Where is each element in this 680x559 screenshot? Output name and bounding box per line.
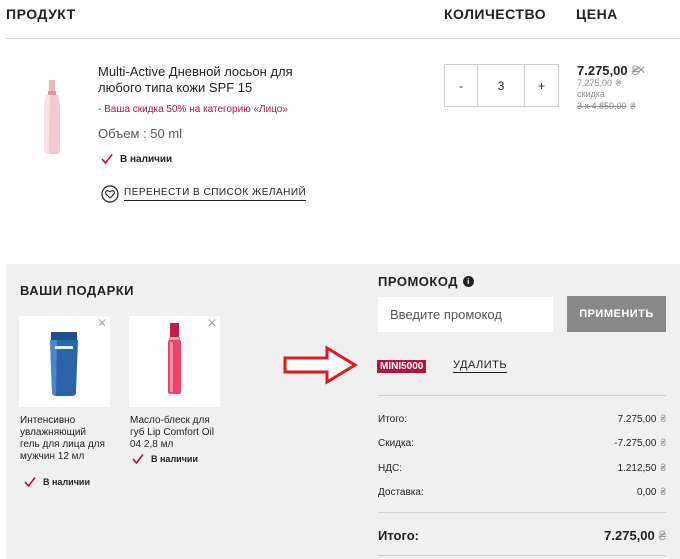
close-icon[interactable]: ✕ bbox=[207, 316, 217, 330]
gift-stock-label: В наличии bbox=[43, 477, 90, 487]
summary-label: Итого: bbox=[378, 414, 407, 425]
column-header-product: ПРОДУКТ bbox=[6, 6, 76, 22]
product-price-old: 3 x 4.850,00 ₴ bbox=[577, 101, 636, 111]
apply-promo-button[interactable]: ПРИМЕНИТЬ bbox=[567, 296, 666, 332]
product-discount-note: - Ваша скидка 50% на категорию «Лицо» bbox=[98, 104, 288, 115]
promo-title: ПРОМОКОД i bbox=[378, 274, 475, 289]
promo-code-input[interactable] bbox=[378, 297, 553, 332]
summary-total-value: 7.275,00 ₴ bbox=[604, 528, 666, 543]
product-price-sub: 7.275,00 ₴ bbox=[577, 78, 621, 88]
summary-label: Скидка: bbox=[378, 438, 414, 449]
gift-card[interactable]: ✕ bbox=[129, 316, 220, 407]
check-icon bbox=[101, 154, 113, 165]
summary-divider bbox=[378, 395, 666, 396]
quantity-stepper: - 3 + bbox=[444, 64, 559, 107]
summary-label: НДС: bbox=[378, 463, 402, 474]
product-volume: Объем : 50 ml bbox=[98, 126, 183, 141]
summary-total-label: Итого: bbox=[378, 528, 419, 543]
currency-symbol: ₴ bbox=[616, 78, 622, 88]
column-header-price: ЦЕНА bbox=[576, 6, 618, 22]
arrow-right-icon bbox=[283, 345, 358, 385]
info-icon[interactable]: i bbox=[463, 276, 475, 287]
close-icon[interactable]: ✕ bbox=[636, 63, 646, 77]
heart-icon bbox=[101, 185, 119, 203]
gift-name[interactable]: Масло-блеск для губ Lip Comfort Oil 04 2… bbox=[130, 415, 220, 451]
summary-label: Доставка: bbox=[378, 487, 424, 498]
remove-promo-link[interactable]: УДАЛИТЬ bbox=[453, 359, 508, 373]
header-divider bbox=[6, 38, 680, 39]
gifts-title: ВАШИ ПОДАРКИ bbox=[20, 283, 135, 298]
summary-row-discount: Скидка: -7.275,00 ₴ bbox=[378, 438, 666, 449]
product-stock-label: В наличии bbox=[120, 153, 173, 165]
product-price: 7.275,00 ₴ bbox=[577, 63, 639, 78]
wishlist-label[interactable]: ПЕРЕНЕСТИ В СПИСОК ЖЕЛАНИЙ bbox=[124, 187, 307, 201]
check-icon bbox=[132, 454, 144, 465]
gift-card[interactable]: ✕ bbox=[19, 316, 110, 407]
product-name[interactable]: Multi-Active Дневной лосьон для любого т… bbox=[98, 64, 338, 96]
quantity-value[interactable]: 3 bbox=[478, 65, 525, 106]
product-image[interactable] bbox=[40, 80, 64, 154]
summary-divider bbox=[378, 512, 666, 513]
summary-row-subtotal: Итого: 7.275,00 ₴ bbox=[378, 414, 666, 425]
product-price-value: 7.275,00 bbox=[577, 63, 628, 78]
product-price-label: скидка bbox=[577, 89, 605, 99]
summary-divider bbox=[378, 555, 666, 556]
summary-row-delivery: Доставка: 0,00 ₴ bbox=[378, 487, 666, 498]
check-icon bbox=[24, 477, 36, 488]
summary-value: 1.212,50 ₴ bbox=[617, 463, 667, 474]
gift-name[interactable]: Интенсивно увлажняющий гель для лица для… bbox=[20, 415, 105, 463]
gift-stock-status: В наличии bbox=[132, 453, 198, 465]
summary-row-vat: НДС: 1.212,50 ₴ bbox=[378, 463, 666, 474]
move-to-wishlist-link[interactable]: ПЕРЕНЕСТИ В СПИСОК ЖЕЛАНИЙ bbox=[101, 185, 307, 203]
summary-value: 7.275,00 ₴ bbox=[617, 414, 667, 425]
close-icon[interactable]: ✕ bbox=[97, 316, 107, 330]
summary-value: 0,00 ₴ bbox=[636, 487, 666, 498]
column-header-quantity: КОЛИЧЕСТВО bbox=[444, 6, 547, 22]
applied-promo-badge: MINI5000 bbox=[377, 360, 427, 373]
currency-symbol: ₴ bbox=[630, 101, 636, 111]
quantity-decrease-button[interactable]: - bbox=[445, 65, 478, 106]
quantity-increase-button[interactable]: + bbox=[525, 65, 558, 106]
gift-stock-label: В наличии bbox=[151, 454, 198, 464]
summary-total: Итого: 7.275,00 ₴ bbox=[378, 528, 666, 543]
product-price-old-value: 3 x 4.850,00 bbox=[577, 101, 627, 111]
summary-value: -7.275,00 ₴ bbox=[614, 438, 666, 449]
gift-stock-status: В наличии bbox=[24, 476, 90, 488]
promo-title-label: ПРОМОКОД bbox=[378, 274, 459, 289]
product-stock-status: В наличии bbox=[101, 153, 172, 165]
product-price-sub-value: 7.275,00 bbox=[577, 78, 613, 88]
